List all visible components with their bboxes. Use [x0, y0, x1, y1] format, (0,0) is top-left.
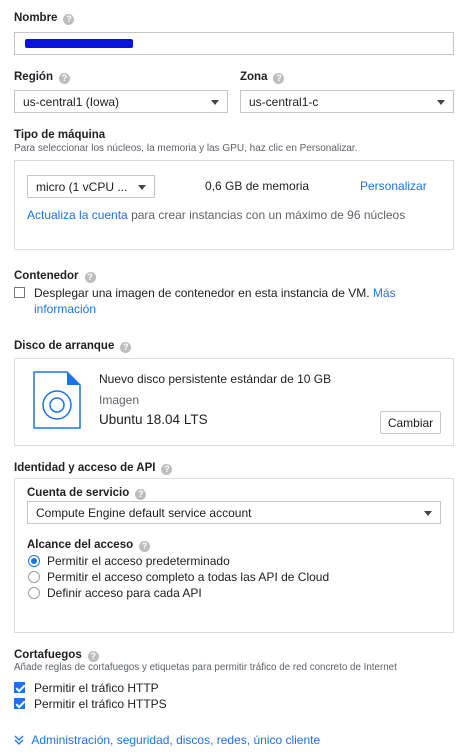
service-account-label-text: Cuenta de servicio — [27, 487, 130, 499]
service-account-label: Cuenta de servicio? — [27, 487, 147, 500]
firewall-hint: Añade reglas de cortafuegos y etiquetas … — [14, 662, 397, 673]
region-label-text: Región — [14, 71, 53, 83]
more-info-link-2[interactable]: información — [34, 302, 96, 316]
scope-option-label: Permitir el acceso predeterminado — [47, 554, 230, 568]
upgrade-line: Actualiza la cuenta para crear instancia… — [27, 208, 447, 222]
help-icon[interactable]: ? — [84, 272, 96, 283]
scope-option-label: Permitir el acceso completo a todas las … — [47, 570, 330, 584]
chevron-down-icon — [211, 100, 219, 105]
container-checkbox[interactable] — [14, 287, 25, 298]
https-label: Permitir el tráfico HTTPS — [34, 697, 167, 711]
chevron-down-icon — [138, 185, 146, 190]
scope-label: Alcance del acceso? — [27, 539, 151, 552]
identity-box: Cuenta de servicio? Compute Engine defau… — [14, 478, 454, 633]
name-input[interactable] — [14, 32, 454, 55]
identity-label-text: Identidad y acceso de API — [14, 462, 156, 474]
region-label: Región? — [14, 71, 70, 84]
boot-disk-label-text: Disco de arranque — [14, 340, 115, 352]
container-text: Desplegar una imagen de contenedor en es… — [34, 285, 454, 317]
help-icon[interactable]: ? — [273, 73, 285, 84]
more-info-link[interactable]: Más — [373, 286, 396, 300]
help-icon[interactable]: ? — [161, 464, 173, 475]
more-options-text: Administración, seguridad, discos, redes… — [31, 733, 321, 747]
machine-type-select[interactable]: micro (1 vCPU ... — [27, 175, 155, 198]
redaction-mark — [25, 39, 133, 48]
machine-label: Tipo de máquina — [14, 129, 106, 141]
scope-label-text: Alcance del acceso — [27, 539, 134, 551]
region-select[interactable]: us-central1 (Iowa) — [14, 90, 228, 113]
help-icon[interactable]: ? — [87, 651, 99, 662]
help-icon[interactable]: ? — [63, 14, 75, 25]
identity-label: Identidad y acceso de API? — [14, 462, 173, 475]
zone-select[interactable]: us-central1-c — [240, 90, 454, 113]
scope-option-label: Definir acceso para cada API — [47, 586, 202, 600]
customize-link[interactable]: Personalizar — [360, 179, 427, 193]
service-account-select[interactable]: Compute Engine default service account — [27, 501, 441, 524]
chevron-down-icon — [424, 511, 432, 516]
help-icon[interactable]: ? — [135, 489, 147, 500]
firewall-label: Cortafuegos? — [14, 649, 99, 662]
change-button[interactable]: Cambiar — [380, 411, 441, 434]
help-icon[interactable]: ? — [139, 541, 151, 552]
image-label: Imagen — [99, 393, 140, 407]
scope-radio-custom[interactable] — [28, 587, 40, 599]
https-checkbox[interactable] — [14, 698, 25, 709]
scope-radio-default[interactable] — [28, 555, 40, 567]
memory-text: 0,6 GB de memoria — [205, 179, 310, 193]
http-label: Permitir el tráfico HTTP — [34, 681, 159, 695]
boot-disk-box: Nuevo disco persistente estándar de 10 G… — [14, 358, 454, 446]
more-options-link[interactable]: Administración, seguridad, discos, redes… — [14, 733, 320, 747]
firewall-label-text: Cortafuegos — [14, 649, 82, 661]
chevron-down-icon — [437, 100, 445, 105]
machine-hint: Para seleccionar los núcleos, la memoria… — [14, 143, 358, 154]
container-checkbox-label: Desplegar una imagen de contenedor en es… — [34, 286, 370, 300]
disk-icon — [33, 371, 81, 429]
http-checkbox[interactable] — [14, 682, 25, 693]
boot-disk-label: Disco de arranque? — [14, 340, 132, 353]
region-value: us-central1 (Iowa) — [23, 95, 120, 109]
zone-value: us-central1-c — [249, 95, 319, 109]
zone-label-text: Zona — [240, 71, 268, 83]
name-label: Nombre? — [14, 12, 75, 25]
boot-disk-title: Nuevo disco persistente estándar de 10 G… — [99, 372, 332, 386]
upgrade-link[interactable]: Actualiza la cuenta — [27, 208, 128, 222]
name-label-text: Nombre — [14, 12, 58, 24]
help-icon[interactable]: ? — [120, 342, 132, 353]
container-label: Contenedor? — [14, 270, 96, 283]
help-icon[interactable]: ? — [58, 73, 70, 84]
service-account-value: Compute Engine default service account — [36, 506, 252, 520]
machine-box: micro (1 vCPU ... 0,6 GB de memoria Pers… — [14, 160, 454, 250]
zone-label: Zona? — [240, 71, 285, 84]
chevron-double-down-icon — [14, 735, 24, 745]
image-value: Ubuntu 18.04 LTS — [99, 412, 208, 427]
machine-type-value: micro (1 vCPU ... — [36, 180, 128, 194]
scope-radio-full[interactable] — [28, 571, 40, 583]
container-label-text: Contenedor — [14, 270, 79, 282]
upgrade-text: para crear instancias con un máximo de 9… — [131, 208, 406, 222]
